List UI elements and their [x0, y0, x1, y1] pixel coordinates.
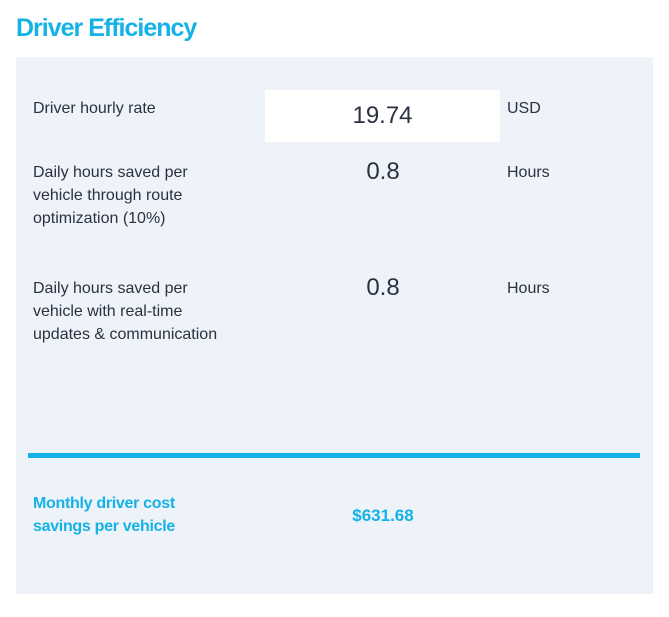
route-optimization-label: Daily hours saved per vehicle through ro…: [33, 164, 188, 227]
calculator-panel: Driver hourly rate USD Daily hours saved…: [16, 57, 653, 594]
hourly-rate-input[interactable]: [265, 90, 500, 142]
section-divider: [28, 453, 640, 458]
hourly-rate-unit: USD: [507, 100, 541, 117]
realtime-updates-unit: Hours: [507, 280, 550, 297]
route-optimization-unit: Hours: [507, 164, 550, 181]
section-title: Driver Efficiency: [16, 14, 197, 42]
realtime-updates-label: Daily hours saved per vehicle with real-…: [33, 280, 218, 343]
result-value: $631.68: [352, 506, 414, 525]
result-label: Monthly driver cost savings per vehicle: [33, 495, 175, 535]
hourly-rate-label: Driver hourly rate: [33, 100, 156, 117]
route-optimization-value: 0.8: [366, 158, 400, 185]
realtime-updates-value: 0.8: [366, 274, 400, 301]
